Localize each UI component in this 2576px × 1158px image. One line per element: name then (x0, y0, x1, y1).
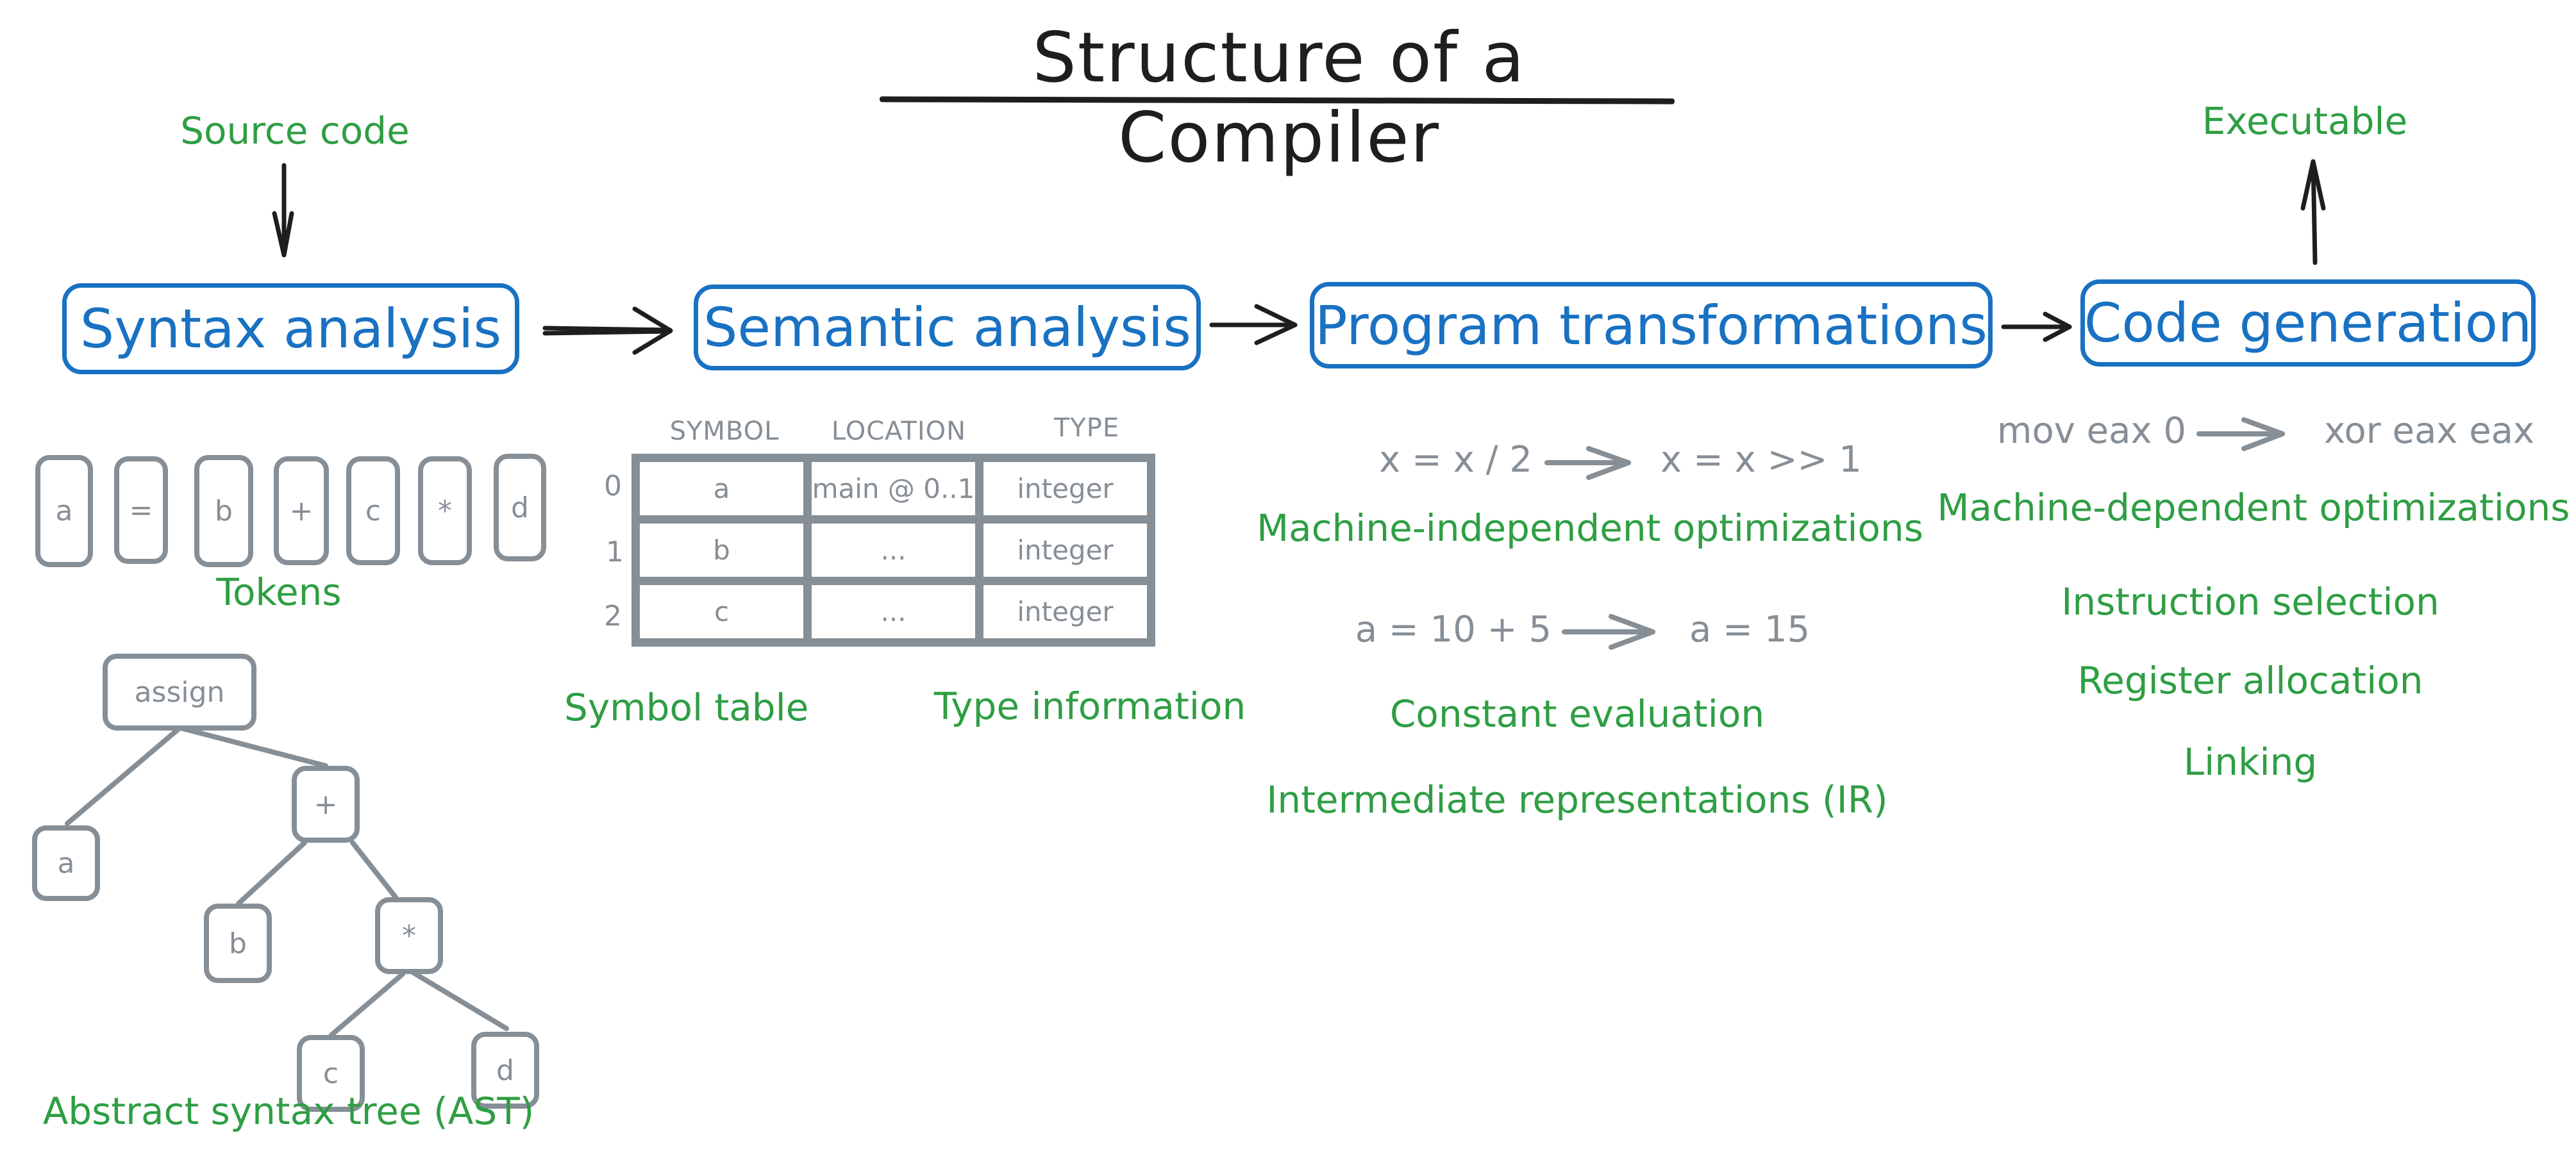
table-cell: main @ 0..1 (803, 454, 983, 524)
stage-code-generation[interactable]: Code generation (2080, 279, 2536, 367)
example-arrow-3 (2196, 417, 2285, 451)
table-cell: integer (975, 577, 1155, 647)
token-text: * (438, 494, 452, 527)
machine-independent-label: Machine-independent optimizations (1257, 506, 1923, 550)
table-cell: ... (803, 515, 983, 585)
table-row: a main @ 0..1 integer (631, 454, 1155, 524)
example-after: xor eax eax (2324, 410, 2535, 452)
example-arrow-2 (1562, 614, 1655, 650)
row-index: 1 (606, 536, 624, 568)
example-before: x = x / 2 (1379, 439, 1532, 481)
stage-semantic-analysis[interactable]: Semantic analysis (694, 285, 1201, 370)
token: + (274, 456, 329, 565)
row-index: 2 (604, 600, 622, 633)
tokens-label: Tokens (216, 570, 342, 614)
token: a (35, 455, 93, 567)
stage-label: Syntax analysis (79, 297, 502, 360)
type-information-label: Type information (933, 684, 1246, 728)
token: d (494, 454, 546, 561)
connectors-layer (65, 159, 2326, 1038)
stage-program-transformations[interactable]: Program transformations (1310, 282, 1993, 368)
example-after: x = x >> 1 (1660, 439, 1862, 481)
ir-label: Intermediate representations (IR) (1266, 778, 1888, 822)
ast-node-text: a (57, 847, 75, 880)
table-row: b ... integer (631, 515, 1155, 585)
column-header: SYMBOL (669, 417, 780, 446)
ast-node-a: a (32, 825, 100, 901)
table-row: c ... integer (631, 577, 1155, 647)
arrow-source-to-syntax (272, 163, 294, 258)
ast-node-text: b (229, 927, 247, 960)
executable-label: Executable (2202, 99, 2408, 143)
ast-node-text: * (402, 919, 416, 952)
table-cell: c (631, 577, 812, 647)
table-cell: integer (975, 454, 1155, 524)
token-text: d (511, 491, 529, 524)
column-header: TYPE (1053, 413, 1120, 443)
source-code-label: Source code (180, 109, 410, 153)
example-after: a = 15 (1689, 609, 1811, 650)
token: c (346, 456, 400, 565)
symbol-table: a main @ 0..1 integer b ... integer c ..… (631, 454, 1155, 647)
arrow-program-to-codegen (2001, 311, 2072, 342)
ast-node-text: c (322, 1057, 339, 1090)
token-text: = (129, 493, 153, 527)
example-arrow-1 (1544, 446, 1631, 480)
ast-node-times: * (375, 897, 443, 974)
ast-node-b: b (204, 904, 272, 983)
token: = (114, 456, 168, 564)
arrow-codegen-to-executable (2300, 159, 2326, 265)
ast-node-plus: + (292, 766, 360, 843)
arrow-syntax-to-semantic (542, 306, 673, 355)
ast-node-text: assign (134, 675, 225, 709)
token-text: + (289, 494, 314, 527)
ast-node-text: + (314, 788, 338, 821)
ast-node-assign: assign (103, 654, 256, 731)
example-before: a = 10 + 5 (1355, 609, 1551, 650)
stage-label: Code generation (2084, 292, 2532, 354)
token-text: b (215, 495, 233, 527)
table-cell: a (631, 454, 812, 524)
token-text: c (365, 494, 381, 527)
stage-label: Program transformations (1314, 294, 1988, 357)
symbol-table-label: Symbol table (564, 686, 809, 729)
codegen-item: Register allocation (2077, 659, 2423, 702)
constant-evaluation-label: Constant evaluation (1389, 692, 1765, 736)
row-index: 0 (604, 470, 622, 502)
table-cell: integer (975, 515, 1155, 585)
stage-syntax-analysis[interactable]: Syntax analysis (62, 283, 519, 374)
token: b (194, 455, 253, 567)
table-cell: ... (803, 577, 983, 647)
token: * (418, 456, 472, 565)
column-header: LOCATION (831, 417, 967, 446)
codegen-item: Linking (2183, 740, 2318, 784)
stage-label: Semantic analysis (703, 296, 1191, 359)
example-before: mov eax 0 (1996, 410, 2186, 452)
machine-dependent-label: Machine-dependent optimizations (1937, 486, 2570, 529)
table-cell: b (631, 515, 812, 585)
ast-node-text: d (496, 1054, 514, 1087)
token-text: a (55, 495, 73, 527)
codegen-item: Instruction selection (2061, 580, 2439, 624)
ast-edges (65, 725, 509, 1038)
ast-label: Abstract syntax tree (AST) (42, 1089, 535, 1133)
arrow-semantic-to-program (1209, 304, 1298, 345)
